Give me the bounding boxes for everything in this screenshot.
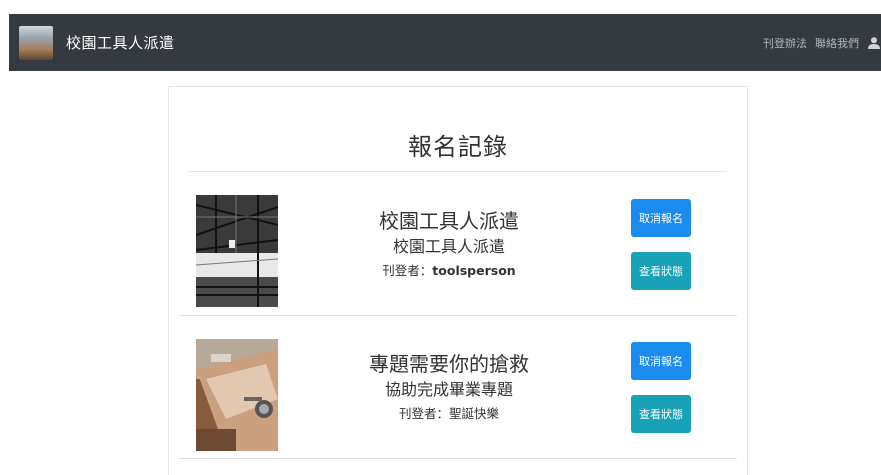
view-status-button[interactable]: 查看狀態 bbox=[631, 252, 691, 290]
item-title[interactable]: 校園工具人派遣 bbox=[279, 208, 619, 234]
item-title[interactable]: 專題需要你的搶救 bbox=[279, 351, 619, 377]
signup-records-card: 報名記錄 校園工具人派遣 校園工具人派遣 刊登者：toolsperson 取消報… bbox=[168, 86, 748, 475]
view-status-button[interactable]: 查看狀態 bbox=[631, 395, 691, 433]
poster-name: 聖誕快樂 bbox=[449, 406, 500, 421]
cancel-signup-button[interactable]: 取消報名 bbox=[631, 199, 691, 237]
item-subtitle: 協助完成畢業專題 bbox=[384, 380, 513, 399]
title-divider bbox=[189, 171, 727, 172]
item-divider bbox=[179, 458, 737, 459]
item-subtitle: 校園工具人派遣 bbox=[392, 237, 505, 256]
brand-logo[interactable] bbox=[19, 25, 53, 60]
item-thumbnail bbox=[196, 339, 278, 451]
poster-label: 刊登者： bbox=[398, 406, 449, 421]
brand-title[interactable]: 校園工具人派遣 bbox=[66, 32, 175, 53]
poster-name: toolsperson bbox=[432, 263, 516, 278]
nav-link-contact-us[interactable]: 聯絡我們 bbox=[815, 35, 859, 51]
nav-link-posting-rules[interactable]: 刊登辦法 bbox=[763, 35, 807, 51]
nav-links: 刊登辦法 聯絡我們 bbox=[763, 35, 881, 51]
cancel-signup-button[interactable]: 取消報名 bbox=[631, 342, 691, 380]
item-info: 專題需要你的搶救 協助完成畢業專題 刊登者：聖誕快樂 bbox=[279, 351, 619, 423]
user-icon[interactable] bbox=[867, 36, 881, 50]
item-thumbnail bbox=[196, 195, 278, 307]
item-divider bbox=[179, 315, 737, 316]
navbar: 校園工具人派遣 刊登辦法 聯絡我們 bbox=[9, 14, 881, 71]
top-strip bbox=[0, 0, 881, 14]
item-info: 校園工具人派遣 校園工具人派遣 刊登者：toolsperson bbox=[279, 208, 619, 280]
item-poster: 刊登者：聖誕快樂 bbox=[279, 405, 619, 423]
poster-label: 刊登者： bbox=[382, 263, 433, 278]
page-title: 報名記錄 bbox=[408, 133, 508, 161]
item-poster: 刊登者：toolsperson bbox=[279, 262, 619, 280]
